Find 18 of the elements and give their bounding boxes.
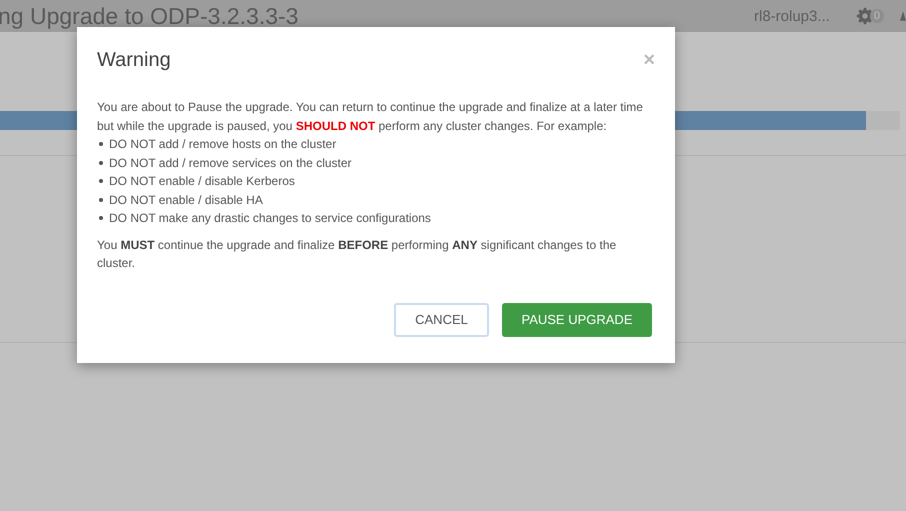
bullet-icon	[99, 198, 103, 202]
list-item: DO NOT add / remove services on the cluster	[109, 154, 352, 172]
bullet-icon	[99, 179, 103, 184]
list-item: DO NOT make any drastic changes to service configurations	[109, 210, 431, 227]
warning-text: You are about to Pause the upgrade. You can return to continue the upgrade and finalize at a later time but while the upgrade is paused, you SHOULD NOT perform any cluster changes. For example:	[97, 99, 644, 134]
bullet-icon	[99, 142, 103, 146]
cancel-button[interactable]: CANCEL	[394, 302, 489, 336]
bullet-icon	[99, 160, 103, 165]
close-button[interactable]: ×	[643, 49, 655, 72]
pause-button[interactable]: PAUSE UPGRADE	[502, 302, 652, 336]
dialog-title: Warning	[97, 49, 171, 72]
bullet-icon	[99, 216, 103, 220]
settings-icon[interactable]	[856, 7, 874, 25]
warning-text: You MUST continue the upgrade and finalize BEFORE performing ANY significant changes to the cluster.	[97, 236, 618, 272]
list-item: DO NOT add / remove hosts on the cluster	[109, 136, 336, 153]
list-item: DO NOT enable / disable HA	[109, 192, 263, 208]
cluster-name[interactable]: rl8-rolup3...	[754, 8, 830, 24]
list-item: DO NOT enable / disable Kerberos	[109, 173, 295, 190]
